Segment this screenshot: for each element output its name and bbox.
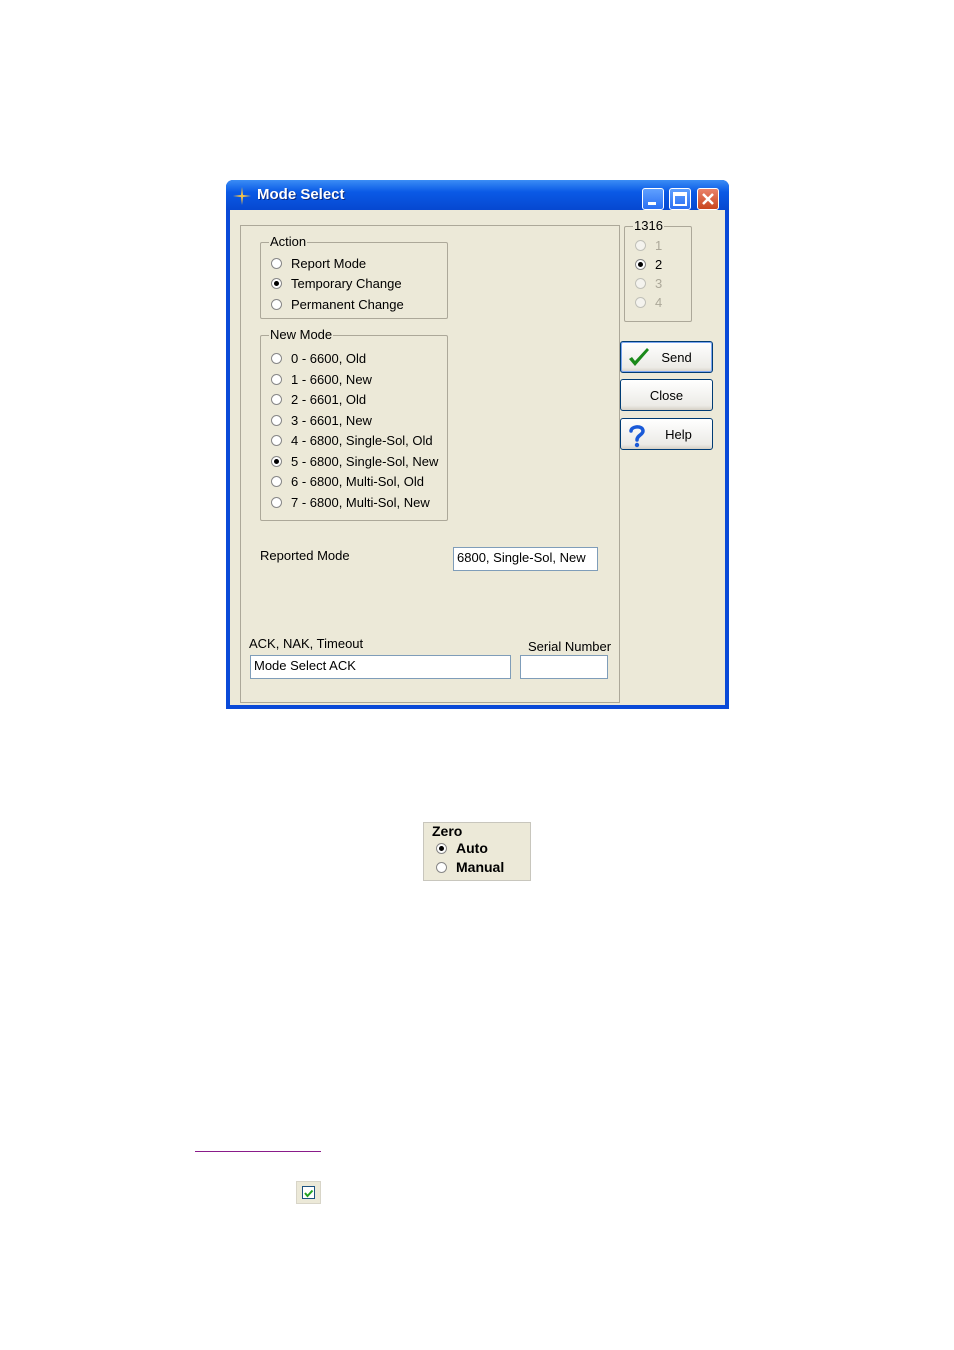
minimize-icon: [648, 202, 656, 205]
radio-label: 3: [655, 275, 663, 291]
reported-mode-field[interactable]: 6800, Single-Sol, New: [453, 547, 598, 571]
help-button[interactable]: Help: [620, 418, 713, 450]
zero-option-manual[interactable]: Manual: [436, 859, 504, 875]
radio-button[interactable]: [271, 496, 282, 508]
new-mode-option-0[interactable]: 0 - 6600, Old: [271, 349, 366, 367]
minimize-button[interactable]: [642, 188, 664, 210]
new-mode-option-7[interactable]: 7 - 6800, Multi-Sol, New: [271, 493, 430, 511]
radio-button[interactable]: [635, 239, 646, 251]
zero-group-label: Zero: [432, 823, 463, 839]
close-button[interactable]: Close: [620, 379, 713, 411]
radio-button[interactable]: [271, 352, 282, 364]
radio-button[interactable]: [271, 257, 282, 269]
radio-button[interactable]: [635, 277, 646, 289]
radio-button[interactable]: [271, 373, 282, 385]
ack-label: ACK, NAK, Timeout: [249, 636, 364, 651]
radio-label: Permanent Change: [291, 296, 404, 312]
radio-button[interactable]: [436, 861, 447, 873]
radio-button[interactable]: [271, 298, 282, 310]
new-mode-group: New Mode 0 - 6600, Old 1 - 6600, New 2 -…: [260, 327, 448, 521]
radio-label: 4 - 6800, Single-Sol, Old: [291, 432, 433, 448]
group-1316-option-3[interactable]: 3: [635, 274, 662, 292]
new-mode-option-4[interactable]: 4 - 6800, Single-Sol, Old: [271, 431, 433, 449]
close-icon: [702, 193, 714, 205]
new-mode-option-2[interactable]: 2 - 6601, Old: [271, 390, 366, 408]
help-button-label: Help: [665, 426, 692, 442]
radio-button[interactable]: [635, 258, 646, 270]
radio-button[interactable]: [436, 842, 447, 854]
question-icon: [629, 425, 645, 448]
action-group: Action Report Mode Temporary Change Perm…: [260, 234, 448, 319]
sparkle-icon: [233, 187, 251, 205]
action-group-label: Action: [269, 234, 308, 250]
window-client: Action Report Mode Temporary Change Perm…: [230, 210, 725, 705]
zero-option-auto[interactable]: Auto: [436, 840, 488, 856]
checkbox-box[interactable]: [302, 1186, 315, 1199]
checkmark-icon: [304, 1189, 314, 1198]
group-1316-option-1[interactable]: 1: [635, 236, 662, 254]
radio-label: 6 - 6800, Multi-Sol, Old: [291, 473, 424, 489]
new-mode-option-1[interactable]: 1 - 6600, New: [271, 370, 372, 388]
send-button[interactable]: Send: [620, 341, 713, 373]
new-mode-option-3[interactable]: 3 - 6601, New: [271, 411, 372, 429]
radio-button[interactable]: [271, 414, 282, 426]
action-option-report-mode[interactable]: Report Mode: [271, 254, 366, 272]
new-mode-option-6[interactable]: 6 - 6800, Multi-Sol, Old: [271, 472, 424, 490]
group-1316-label: 1316: [633, 218, 664, 234]
new-mode-group-label: New Mode: [269, 327, 334, 343]
action-option-permanent-change[interactable]: Permanent Change: [271, 295, 404, 313]
group-1316: 1316 1 2 3 4: [624, 218, 692, 322]
checked-checkbox[interactable]: [296, 1181, 321, 1204]
serial-number-label: Serial Number: [528, 639, 612, 654]
radio-button[interactable]: [271, 393, 282, 405]
zero-group: Zero Auto Manual: [423, 822, 531, 881]
mode-select-window: Mode Select Action Report Mode Temporary…: [226, 180, 729, 709]
checkmark-icon: [629, 348, 649, 366]
radio-button[interactable]: [271, 434, 282, 446]
radio-button[interactable]: [271, 475, 282, 487]
close-window-button[interactable]: [697, 188, 719, 210]
title-bar[interactable]: Mode Select: [226, 180, 729, 210]
radio-label: Auto: [456, 840, 488, 856]
radio-label: 1 - 6600, New: [291, 371, 372, 387]
window-title: Mode Select: [257, 186, 345, 203]
radio-label: 7 - 6800, Multi-Sol, New: [291, 494, 430, 510]
action-option-temporary-change[interactable]: Temporary Change: [271, 274, 402, 292]
radio-label: 0 - 6600, Old: [291, 350, 367, 366]
serial-number-field[interactable]: [520, 655, 608, 679]
maximize-button[interactable]: [669, 188, 691, 210]
radio-label: 3 - 6601, New: [291, 412, 372, 428]
group-1316-option-2[interactable]: 2: [635, 255, 662, 273]
maximize-icon: [673, 192, 687, 206]
reported-mode-label: Reported Mode: [260, 548, 350, 563]
radio-label: 2: [655, 256, 663, 272]
radio-label: Temporary Change: [291, 275, 402, 291]
radio-button[interactable]: [635, 296, 646, 308]
radio-label: Report Mode: [291, 255, 367, 271]
new-mode-option-5[interactable]: 5 - 6800, Single-Sol, New: [271, 452, 438, 470]
ack-field[interactable]: Mode Select ACK: [250, 655, 511, 679]
main-panel: Action Report Mode Temporary Change Perm…: [240, 225, 620, 703]
radio-label: Manual: [456, 859, 505, 875]
radio-label: 1: [655, 237, 663, 253]
radio-button[interactable]: [271, 455, 282, 467]
group-1316-option-4[interactable]: 4: [635, 293, 662, 311]
radio-button[interactable]: [271, 277, 282, 289]
radio-label: 2 - 6601, Old: [291, 391, 367, 407]
radio-label: 5 - 6800, Single-Sol, New: [291, 453, 439, 469]
radio-label: 4: [655, 294, 663, 310]
hyperlink-underline[interactable]: [195, 1151, 321, 1152]
close-button-label: Close: [649, 387, 684, 403]
send-button-label: Send: [661, 349, 692, 365]
